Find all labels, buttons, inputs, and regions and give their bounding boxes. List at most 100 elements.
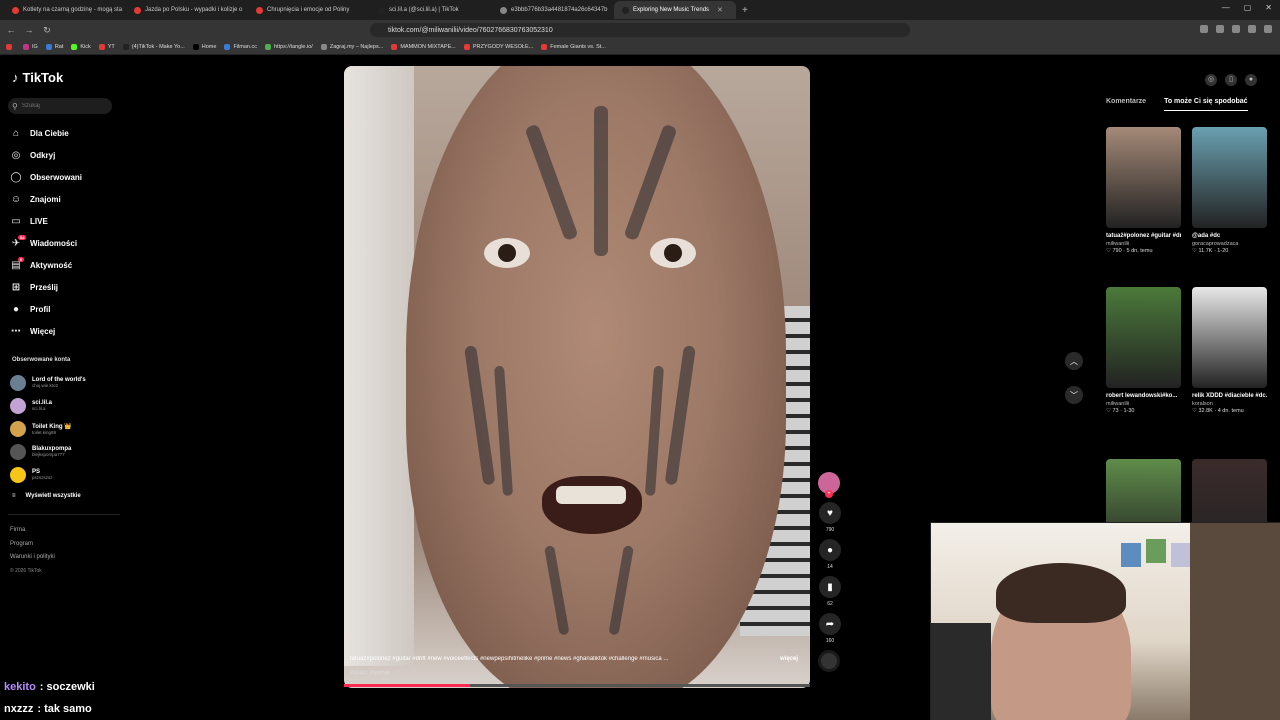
footer-link[interactable]: Warunki i polityki [10, 551, 55, 565]
recommended-video-card[interactable]: relik XDDD #diacieble #dc... koralson ♡ 32… [1192, 287, 1267, 414]
footer-link[interactable]: Program [10, 538, 55, 552]
nav-item-label: Wiadomości [30, 238, 78, 248]
tab-close-icon[interactable]: ✕ [717, 6, 723, 14]
minimize-icon[interactable]: — [1222, 3, 1230, 12]
device-icon[interactable]: ▯ [1225, 74, 1237, 86]
bookmark-item[interactable]: https://tangle.io/ [264, 44, 313, 50]
video-progress-bar[interactable] [344, 684, 810, 687]
bookmark-item[interactable]: MAMMON MIXTAPE... [391, 44, 456, 50]
nav-item-label: Odkryj [30, 150, 56, 160]
followed-account[interactable]: Toilet King 👑 toilet.king69 [10, 417, 120, 440]
search-input[interactable] [21, 103, 102, 109]
video-thumbnail[interactable] [1106, 127, 1181, 228]
nav-item[interactable]: ◯ Obserwowani [10, 166, 82, 188]
caption-more-link[interactable]: więcej [780, 656, 798, 662]
extension-icon[interactable] [1248, 25, 1256, 33]
bookmark-item[interactable]: Rat [45, 44, 63, 50]
share-action[interactable]: ➦ 160 [818, 613, 842, 644]
follow-plus-icon[interactable]: + [825, 490, 833, 498]
back-icon[interactable]: ← [4, 25, 18, 35]
bookmark-icon[interactable]: ▮ [819, 576, 841, 598]
like-action[interactable]: ♥ 790 [818, 502, 842, 533]
bookmark-label: https://tangle.io/ [273, 44, 313, 50]
right-panel-tab[interactable]: To może Ci się spodobać [1164, 98, 1248, 111]
nav-item[interactable]: ⌂ Dla Ciebie [10, 122, 82, 144]
video-thumbnail[interactable] [1106, 287, 1181, 388]
comment-icon[interactable]: ● [819, 539, 841, 561]
new-tab-button[interactable]: + [736, 5, 754, 16]
comment-action[interactable]: ● 14 [818, 539, 842, 570]
card-author[interactable]: miliwanilii [1106, 241, 1181, 247]
bookmark-item[interactable]: Zagraj.my – Najleps... [320, 44, 383, 50]
bookmark-label: (4)TikTok - Make Yo... [131, 44, 185, 50]
recommended-video-card[interactable]: robert lewandowski#ko... miliwanilii ♡ 73 … [1106, 287, 1181, 414]
bookmark-item[interactable]: IG [23, 44, 38, 50]
bookmark-item[interactable]: PRZYGODY WESOŁE... [463, 44, 533, 50]
forward-icon[interactable]: → [22, 25, 36, 35]
creator-avatar[interactable]: + [818, 472, 840, 498]
tiktok-logo[interactable]: ♪ TikTok [12, 70, 63, 85]
card-title: @ada #dc [1192, 233, 1221, 239]
footer-link[interactable]: Firma [10, 524, 55, 538]
video-thumbnail[interactable] [1192, 287, 1267, 388]
followed-account[interactable]: Lord of the world's chuj.wie.kto2 [10, 371, 120, 394]
video-progress-fill [344, 684, 470, 687]
bookmark-item[interactable]: (4)TikTok - Make Yo... [122, 44, 185, 50]
browser-tab[interactable]: Chrupnięcia i emocje od Poliny [248, 1, 370, 19]
video-thumbnail[interactable] [1192, 127, 1267, 228]
explore-icon[interactable]: ◎ [1205, 74, 1217, 86]
close-icon[interactable]: ✕ [1265, 3, 1272, 12]
followed-account[interactable]: PS pszszszsz [10, 463, 120, 486]
bookmark-favicon-icon [71, 44, 78, 50]
nav-item[interactable]: ⊞ Prześlij [10, 276, 82, 298]
card-author[interactable]: goracaprowadzaca [1192, 241, 1267, 247]
more-icon: ⋯ [11, 325, 21, 337]
show-all-button[interactable]: ≡ Wyświetl wszystkie [12, 493, 81, 499]
previous-video-button[interactable]: ︿ [1065, 352, 1083, 370]
extension-icon[interactable] [1200, 25, 1208, 33]
card-author[interactable]: miliwanilii [1106, 401, 1181, 407]
nav-item[interactable]: ▤ 9 Aktywność [10, 254, 82, 276]
music-disc-icon[interactable] [818, 650, 840, 672]
user-avatar-icon[interactable]: ● [1245, 74, 1257, 86]
nav-item[interactable]: ▭ LIVE [10, 210, 82, 232]
recommended-video-card[interactable]: @ada #dc goracaprowadzaca ♡ 11.7K · 1-20 [1192, 127, 1267, 254]
bookmark-item[interactable]: YT [98, 44, 115, 50]
nav-item[interactable]: ● Profil [10, 298, 82, 320]
browser-tab[interactable]: e3bbb776b33a4481874a26c64347b [492, 1, 614, 19]
extension-icon[interactable] [1232, 25, 1240, 33]
menu-icon[interactable] [1264, 25, 1272, 33]
card-author[interactable]: koralson [1192, 401, 1267, 407]
bookmark-item[interactable] [6, 44, 15, 50]
nav-item[interactable]: ⋯ Więcej [10, 320, 82, 342]
followed-account[interactable]: sci.lil.a sci.lil.a [10, 394, 120, 417]
bookmark-item[interactable]: Female Giants vs. St... [541, 44, 606, 50]
recommended-video-card[interactable]: tatuaż#polonez #guitar #drift... miliwani… [1106, 127, 1181, 254]
search-box[interactable]: ⚲ [8, 98, 112, 114]
reload-icon[interactable]: ↻ [40, 25, 54, 36]
bookmark-item[interactable]: Home [192, 44, 216, 50]
right-panel-tab[interactable]: Komentarze [1106, 98, 1146, 111]
like-count: 790 [825, 527, 835, 533]
video-player[interactable] [344, 66, 810, 688]
save-action[interactable]: ▮ 62 [818, 576, 842, 607]
nav-item[interactable]: ◎ Odkryj [10, 144, 82, 166]
browser-tab[interactable]: sci.lil.a (@sci.lil.a) | TikTok [370, 1, 492, 19]
see-original-link[interactable]: Zobacz oryginał [350, 670, 389, 676]
nav-item[interactable]: ☺ Znajomi [10, 188, 82, 210]
card-title: relik XDDD #diacieble #dc... [1192, 393, 1267, 399]
bookmark-item[interactable]: Filman.cc [224, 44, 257, 50]
heart-icon[interactable]: ♥ [819, 502, 841, 524]
next-video-button[interactable]: ﹀ [1065, 386, 1083, 404]
browser-tab[interactable]: Exploring New Music Trends ✕ [614, 1, 736, 19]
account-text: Lord of the world's chuj.wie.kto2 [32, 377, 86, 388]
share-icon[interactable]: ➦ [819, 613, 841, 635]
bookmark-item[interactable]: Kick [71, 44, 91, 50]
url-field[interactable]: tiktok.com/@miliwanilii/video/7602766830… [370, 23, 910, 37]
extension-icon[interactable] [1216, 25, 1224, 33]
nav-item[interactable]: ✈ 54 Wiadomości [10, 232, 82, 254]
maximize-icon[interactable]: ▢ [1244, 3, 1252, 12]
browser-tab[interactable]: Jazda po Polsku - wypadki i kolizje o [126, 1, 248, 19]
followed-account[interactable]: Blakuxpompa blejkspompa777 [10, 440, 120, 463]
browser-tab[interactable]: Kotlety na czarną godzinę - mogą sta [4, 1, 126, 19]
